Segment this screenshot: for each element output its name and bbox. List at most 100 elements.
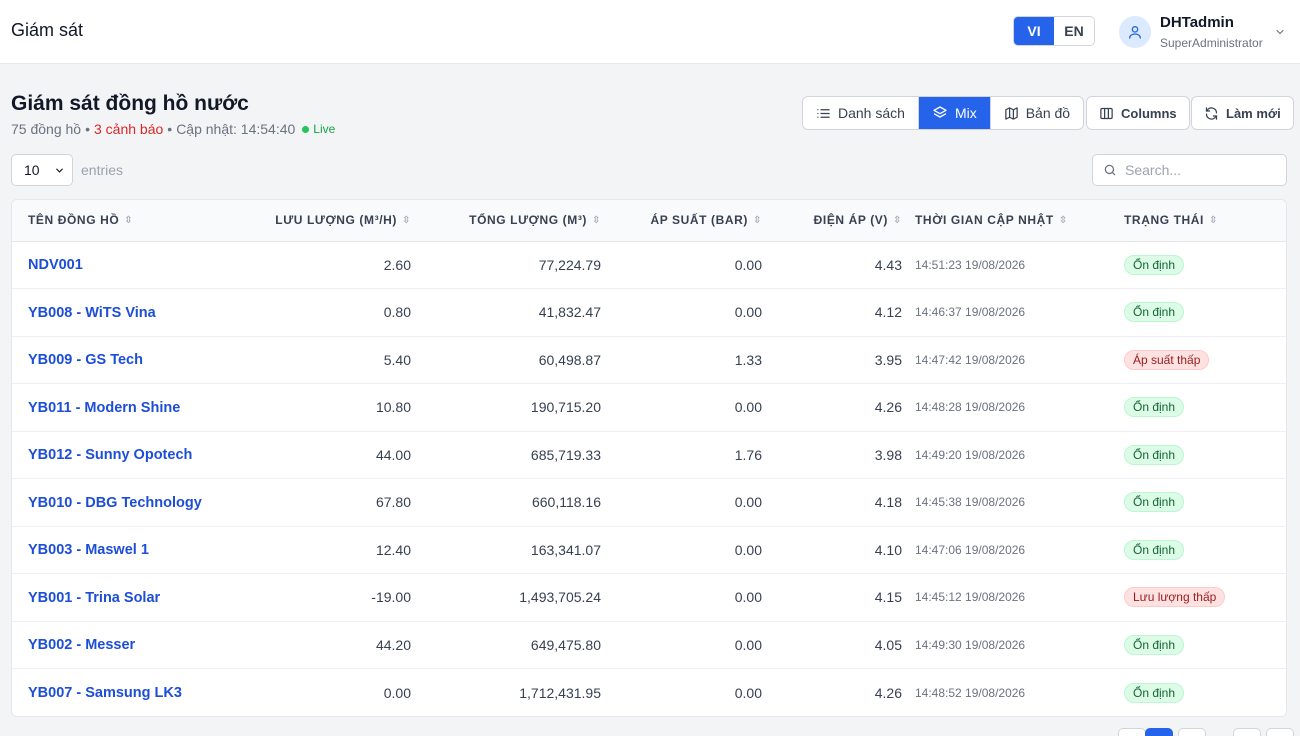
column-header-name[interactable]: TÊN ĐỒNG HỒ ⇳ — [12, 200, 262, 241]
refresh-button[interactable]: Làm mới — [1191, 96, 1294, 130]
column-header-updated[interactable]: THỜI GIAN CẬP NHẬT ⇳ — [902, 200, 1114, 241]
sort-icon: ⇳ — [1209, 215, 1218, 227]
alert-count: 3 cảnh báo — [93, 121, 164, 137]
entries-label: entries — [81, 162, 124, 178]
status-badge: Ổn định — [1124, 397, 1185, 418]
language-en-button[interactable]: EN — [1054, 17, 1094, 45]
live-indicator-dot — [302, 125, 310, 133]
column-header-flow[interactable]: LƯU LƯỢNG (M³/H) ⇳ — [262, 200, 411, 241]
pagination-page-button[interactable] — [1145, 728, 1173, 736]
view-mix-button[interactable]: Mix — [918, 97, 991, 129]
user-role: SuperAdministrator — [1160, 36, 1263, 50]
pressure-value: 1.76 — [734, 446, 762, 463]
pressure-value: 0.00 — [734, 636, 762, 653]
table-row[interactable]: YB011 - Modern Shine 10.80 190,715.20 0.00 4… — [12, 384, 1286, 431]
table-row[interactable]: YB002 - Messer 44.20 649,475.80 0.00 4.05 14:… — [12, 621, 1286, 669]
table-row[interactable]: YB010 - DBG Technology 67.80 660,118.16 0.0… — [12, 479, 1286, 526]
page-size-select[interactable]: 10 — [11, 154, 73, 186]
pressure-value: 0.00 — [734, 494, 762, 511]
pagination-next-button[interactable] — [1233, 728, 1261, 736]
refresh-label: Làm mới — [1226, 105, 1281, 121]
pressure-value: 0.00 — [734, 399, 762, 416]
user-avatar — [1119, 16, 1151, 48]
search-box — [1092, 154, 1287, 186]
voltage-value: 4.05 — [874, 636, 902, 653]
entries-control: 10 entries — [11, 154, 123, 186]
voltage-value: 3.98 — [874, 446, 902, 463]
view-list-label: Danh sách — [838, 105, 905, 121]
map-icon — [1004, 106, 1018, 120]
pagination-page-button[interactable] — [1178, 728, 1206, 736]
table-row[interactable]: YB007 - Samsung LK3 0.00 1,712,431.95 0.00 4… — [12, 669, 1286, 717]
meter-name-link[interactable]: NDV001 — [28, 257, 83, 273]
pressure-value: 0.00 — [734, 684, 762, 701]
column-header-status[interactable]: TRẠNG THÁI ⇳ — [1114, 200, 1286, 241]
pagination-prev-button[interactable] — [1118, 728, 1146, 736]
status-badge: Ổn định — [1124, 254, 1185, 275]
flow-value: 10.80 — [375, 399, 411, 416]
sort-icon: ⇳ — [753, 215, 762, 227]
user-menu[interactable]: DHTadmin SuperAdministrator — [1119, 14, 1284, 51]
column-header-total[interactable]: TỔNG LƯỢNG (M³) ⇳ — [411, 200, 601, 241]
flow-value: 0.00 — [383, 684, 411, 701]
columns-icon — [1100, 107, 1113, 119]
meter-name-link[interactable]: YB012 - Sunny Opotech — [28, 447, 192, 463]
flow-value: 5.40 — [383, 351, 411, 368]
columns-label: Columns — [1121, 105, 1177, 121]
columns-button[interactable]: Columns — [1086, 96, 1190, 130]
table-row[interactable]: YB003 - Maswel 1 12.40 163,341.07 0.00 4.10 1… — [12, 526, 1286, 574]
meter-name-link[interactable]: YB001 - Trina Solar — [28, 590, 160, 606]
view-list-button[interactable]: Danh sách — [803, 97, 919, 129]
updated-time: 14:45:38 19/08/2026 — [915, 495, 1026, 510]
meter-name-link[interactable]: YB008 - WiTS Vina — [28, 305, 156, 321]
total-value: 1,712,431.95 — [519, 684, 601, 701]
total-value: 649,475.80 — [530, 636, 601, 653]
meter-name-link[interactable]: YB007 - Samsung LK3 — [28, 685, 182, 701]
sort-icon: ⇳ — [893, 215, 902, 227]
language-vi-button[interactable]: VI — [1014, 17, 1054, 45]
pressure-value: 0.00 — [734, 541, 762, 558]
table-row[interactable]: YB012 - Sunny Opotech 44.00 685,719.33 1.76… — [12, 431, 1286, 479]
sort-icon: ⇳ — [592, 215, 601, 227]
live-label: Live — [313, 122, 336, 136]
pressure-value: 0.00 — [734, 304, 762, 321]
voltage-value: 4.10 — [874, 541, 902, 558]
top-header: Giám sát VI EN DHTadmin SuperAdministrat… — [0, 0, 1300, 64]
voltage-value: 3.95 — [874, 351, 902, 368]
updated-time: 14:51:23 19/08/2026 — [915, 257, 1026, 272]
column-header-pressure[interactable]: ÁP SUẤT (BAR) ⇳ — [601, 200, 762, 241]
flow-value: -19.00 — [371, 589, 411, 606]
separator: • — [167, 121, 173, 137]
pagination-last-button[interactable] — [1266, 728, 1294, 736]
search-input[interactable] — [1125, 162, 1275, 178]
page-summary: 75 đồng hồ • 3 cảnh báo • Cập nhật: 14:5… — [11, 121, 335, 137]
sort-icon: ⇳ — [124, 215, 134, 227]
flow-value: 44.00 — [375, 446, 411, 463]
table-row[interactable]: YB008 - WiTS Vina 0.80 41,832.47 0.00 4.12 14… — [12, 289, 1286, 336]
flow-value: 0.80 — [383, 304, 411, 321]
view-mix-label: Mix — [954, 105, 977, 121]
separator: • — [85, 121, 90, 137]
flow-value: 44.20 — [375, 636, 411, 653]
meter-name-link[interactable]: YB010 - DBG Technology — [28, 495, 202, 511]
table-row[interactable]: YB001 - Trina Solar -19.00 1,493,705.24 0.0… — [12, 574, 1286, 621]
refresh-icon — [1205, 106, 1218, 120]
meter-name-link[interactable]: YB003 - Maswel 1 — [28, 542, 149, 558]
status-badge: Ổn định — [1124, 539, 1185, 560]
column-header-voltage[interactable]: ĐIỆN ÁP (V) ⇳ — [762, 200, 902, 241]
status-badge: Ổn định — [1124, 492, 1185, 513]
voltage-value: 4.12 — [874, 304, 902, 321]
meter-name-link[interactable]: YB002 - Messer — [28, 637, 135, 653]
total-value: 685,719.33 — [530, 446, 601, 463]
search-icon — [1104, 164, 1116, 176]
meter-name-link[interactable]: YB009 - GS Tech — [28, 352, 143, 368]
view-map-button[interactable]: Bản đồ — [991, 97, 1083, 129]
view-switcher: Danh sách Mix Bản đồ — [802, 96, 1085, 130]
chevron-down-icon[interactable] — [1274, 26, 1286, 38]
language-switch: VI EN — [1013, 16, 1095, 46]
pressure-value: 0.00 — [734, 256, 762, 273]
table-row[interactable]: NDV001 2.60 77,224.79 0.00 4.43 14:51:23 19/0… — [12, 241, 1286, 289]
updated-time: 14:49:20 19/08/2026 — [915, 447, 1026, 462]
meter-name-link[interactable]: YB011 - Modern Shine — [28, 400, 180, 416]
table-row[interactable]: YB009 - GS Tech 5.40 60,498.87 1.33 3.95 14:4… — [12, 336, 1286, 384]
